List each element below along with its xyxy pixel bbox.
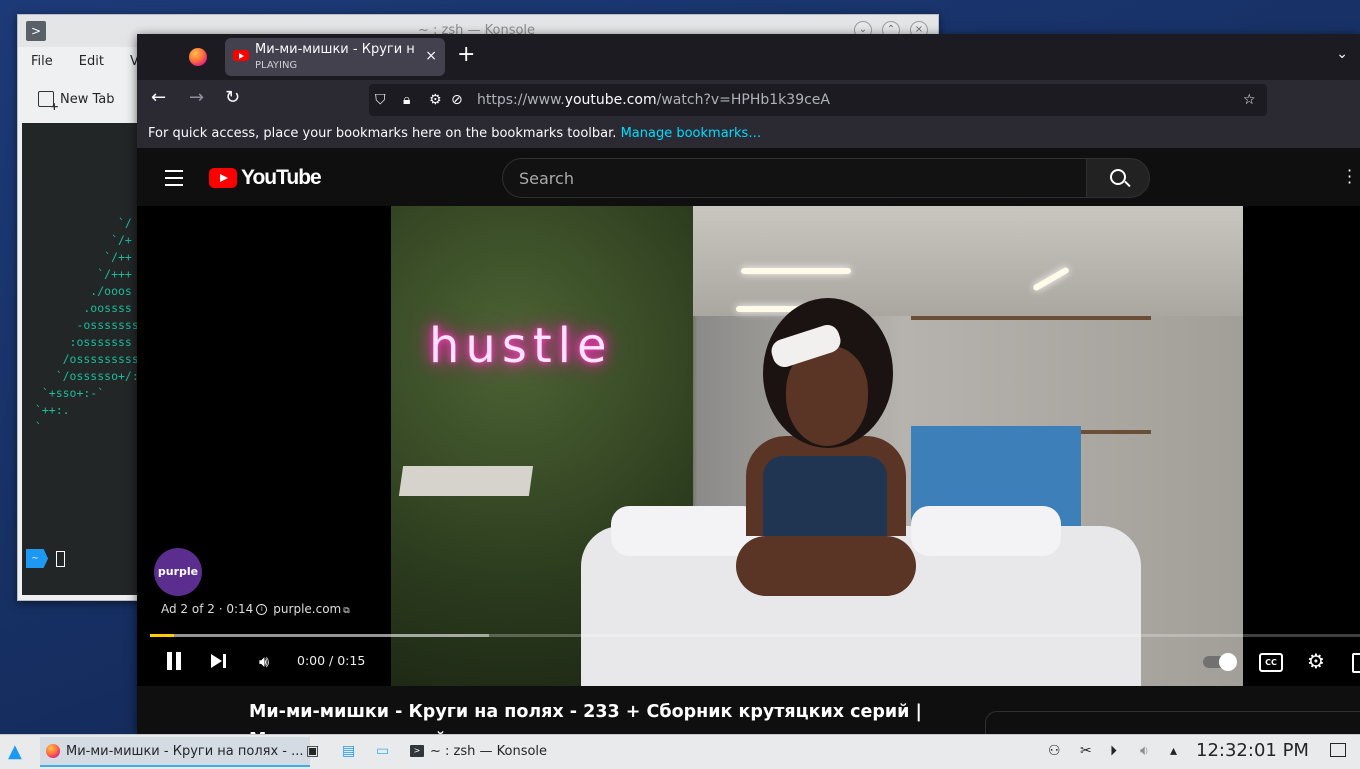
search-input[interactable]: Search: [502, 158, 1087, 198]
show-hidden-tray-icon[interactable]: ▴: [1170, 743, 1177, 759]
new-tab-label: New Tab: [60, 91, 115, 107]
dolphin-folder-icon[interactable]: ▭: [376, 743, 389, 759]
office-shelf: [911, 316, 1151, 434]
taskbar: ▲ Ми-ми-мишки - Круги на полях - ... ▣ ▤…: [0, 734, 1360, 769]
person-tank-top: [763, 456, 887, 536]
ad-domain-link[interactable]: purple.com: [273, 602, 341, 616]
tab-close-icon[interactable]: ×: [425, 48, 437, 64]
video-frame[interactable]: hustle: [391, 206, 1243, 686]
ad-label: Ad 2 of 2 · 0:14: [161, 602, 254, 616]
volume-icon[interactable]: 🔊︎: [259, 652, 269, 672]
progress-bar[interactable]: [150, 634, 1360, 637]
taskbar-task-konsole[interactable]: > ~ : zsh — Konsole: [410, 737, 547, 765]
terminal-ascii-art: `/ `/+ `/++ `/+++ ./ooos .oossss -osssss…: [34, 216, 139, 434]
advertiser-avatar[interactable]: purple: [154, 548, 202, 596]
tab-youtube[interactable]: Ми-ми-мишки - Круги на PLAYING ×: [225, 38, 445, 76]
firefox-view-icon[interactable]: [189, 48, 207, 66]
youtube-logo[interactable]: YouTube: [209, 166, 322, 190]
bookmarks-toolbar: For quick access, place your bookmarks h…: [137, 120, 1360, 148]
more-options-icon[interactable]: · · ·: [1347, 163, 1352, 191]
menu-edit[interactable]: Edit: [66, 51, 117, 75]
konsole-icon: >: [410, 745, 424, 757]
clock[interactable]: 12:32:01 PM: [1196, 740, 1309, 761]
pause-button[interactable]: [165, 652, 183, 670]
back-icon[interactable]: ←: [151, 88, 166, 108]
media-player-icon[interactable]: ⏵: [1110, 743, 1117, 759]
subtitles-button[interactable]: CC: [1259, 653, 1283, 672]
taskbar-task-label: Ми-ми-мишки - Круги на полях - ...: [66, 743, 304, 759]
permissions-icon[interactable]: ⚙: [429, 92, 442, 108]
taskbar-task-label: ~ : zsh — Konsole: [430, 743, 548, 759]
reload-icon[interactable]: ↻: [225, 88, 240, 108]
youtube-logo-text: YouTube: [241, 166, 322, 189]
youtube-favicon-icon: [233, 50, 249, 61]
konsole-app-icon: >: [26, 21, 46, 41]
ad-info-icon[interactable]: i: [256, 604, 268, 615]
new-tab-button[interactable]: New Tab: [38, 91, 115, 113]
ad-info: Ad 2 of 2 · 0:14 i purple.com ⧉: [161, 602, 350, 616]
app-launcher-icon[interactable]: ▲: [8, 741, 22, 762]
youtube-page: YouTube Search · · · hustle purple Ad 2 …: [137, 148, 1360, 734]
menu-file[interactable]: File: [18, 51, 66, 75]
video-title: Ми-ми-мишки - Круги на полях - 233 + Сбо…: [249, 702, 922, 734]
show-desktop-icon[interactable]: [1330, 743, 1346, 757]
bookmark-star-icon[interactable]: ☆: [1243, 92, 1256, 108]
tracking-protection-shield-icon[interactable]: ⛉: [375, 92, 386, 108]
time-display: 0:00 / 0:15: [297, 653, 366, 668]
volume-tray-icon[interactable]: 🔉︎: [1140, 743, 1149, 759]
progress-played: [150, 634, 175, 637]
person-arms: [736, 536, 916, 596]
url-bar[interactable]: ⛉ 🔒︎ ⚙ ⊘ https://www.youtube.com/watch?v…: [369, 84, 1267, 116]
discover-icon[interactable]: ▤: [342, 743, 355, 759]
search-placeholder: Search: [519, 169, 574, 188]
search-button[interactable]: [1086, 158, 1150, 198]
new-tab-icon: [38, 91, 59, 113]
neon-sign: hustle: [429, 318, 613, 374]
autoplay-blocked-icon[interactable]: ⊘: [451, 92, 463, 108]
youtube-play-logo-icon: [209, 168, 237, 188]
bookmarks-toolbar-message: For quick access, place your bookmarks h…: [148, 126, 762, 141]
desk: [398, 466, 534, 496]
progress-buffered: [150, 634, 489, 637]
settings-gear-icon[interactable]: ⚙: [1307, 649, 1325, 673]
search-icon: [1110, 169, 1126, 185]
miniplayer-icon[interactable]: [1352, 653, 1360, 673]
kde-connect-icon[interactable]: ⚇: [1048, 743, 1061, 759]
player-controls: 🔊︎ 0:00 / 0:15 CC ⚙: [137, 646, 1360, 686]
url-text[interactable]: https://www.youtube.com/watch?v=HPHb1k39…: [477, 92, 830, 108]
system-settings-icon[interactable]: ▣: [306, 743, 319, 759]
lock-icon[interactable]: 🔒︎: [403, 92, 410, 108]
prompt-badge: ~: [26, 549, 49, 568]
terminal-cursor: [56, 550, 66, 567]
office-ceiling: [693, 206, 1243, 316]
tab-title: Ми-ми-мишки - Круги на: [255, 42, 415, 57]
external-link-icon[interactable]: ⧉: [343, 606, 349, 616]
terminal-prompt: ~: [26, 549, 66, 568]
clipboard-scissors-icon[interactable]: ✂: [1080, 743, 1092, 759]
hamburger-menu-icon[interactable]: [165, 170, 183, 191]
tab-bar: Ми-ми-мишки - Круги на PLAYING × + ⌄: [137, 34, 1360, 80]
firefox-window: Ми-ми-мишки - Круги на PLAYING × + ⌄ ← →…: [137, 34, 1360, 734]
forward-icon[interactable]: →: [189, 88, 204, 108]
next-button[interactable]: [211, 654, 227, 668]
video-player[interactable]: hustle purple Ad 2 of 2 · 0:14 i purple.co…: [137, 206, 1360, 686]
autoplay-toggle[interactable]: [1203, 653, 1237, 671]
ceiling-light: [741, 268, 851, 274]
manage-bookmarks-link[interactable]: Manage bookmarks…: [621, 126, 762, 141]
navigation-bar: ← → ↻ ⛉ 🔒︎ ⚙ ⊘ https://www.youtube.com/w…: [137, 80, 1360, 120]
pillow: [911, 506, 1061, 556]
firefox-icon: [46, 744, 60, 758]
new-tab-icon[interactable]: +: [457, 44, 475, 66]
list-all-tabs-icon[interactable]: ⌄: [1336, 46, 1348, 62]
pillow: [611, 506, 761, 556]
tab-playing-status[interactable]: PLAYING: [255, 60, 297, 71]
sidebar-card[interactable]: [985, 711, 1360, 734]
taskbar-task-firefox[interactable]: Ми-ми-мишки - Круги на полях - ...: [40, 737, 310, 767]
